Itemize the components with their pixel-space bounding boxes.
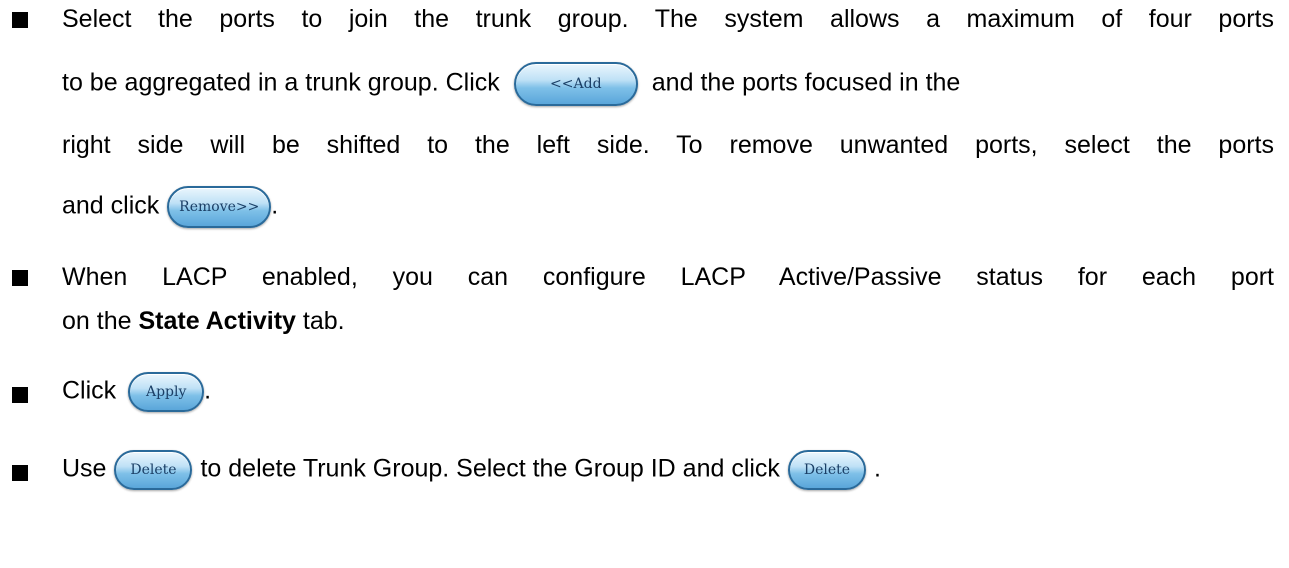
- remove-button[interactable]: Remove>>: [167, 186, 272, 228]
- bullet1-line4: and click Remove>>.: [62, 186, 278, 228]
- add-button-label: <<Add: [550, 76, 602, 92]
- delete-button[interactable]: Delete: [114, 450, 193, 490]
- bullet4-text-a: Use: [62, 454, 107, 483]
- delete-button-label: Delete: [803, 462, 851, 478]
- bullet1-line4-text-a: and click: [62, 191, 160, 220]
- bullet1-line4-text-b: .: [271, 191, 279, 220]
- bullet3-text-a: Click: [62, 376, 117, 405]
- apply-button[interactable]: Apply: [128, 372, 205, 412]
- bullet2-line2-text-b: tab.: [302, 307, 345, 335]
- apply-button-label: Apply: [145, 384, 187, 400]
- bullet-marker: [12, 12, 28, 28]
- remove-button-label: Remove>>: [179, 199, 260, 215]
- bullet1-line1: Select the ports to join the trunk group…: [62, 5, 1274, 33]
- bullet2-line1: When LACP enabled, you can configure LAC…: [62, 263, 1274, 291]
- state-activity-tab-name: State Activity: [138, 307, 296, 335]
- bullet1-line2: to be aggregated in a trunk group. Click…: [62, 62, 960, 106]
- bullet1-line2-text-a: to be aggregated in a trunk group. Click: [62, 68, 500, 97]
- bullet2-line2-text-a: on the: [62, 307, 132, 335]
- bullet3-text-b: .: [204, 376, 212, 405]
- bullet2-line2: on the State Activity tab.: [62, 306, 345, 336]
- bullet4-text-b: to delete Trunk Group. Select the Group …: [200, 454, 780, 483]
- bullet4-line: Use Delete to delete Trunk Group. Select t…: [62, 450, 881, 490]
- bullet1-line3: right side will be shifted to the left s…: [62, 131, 1274, 159]
- delete-button[interactable]: Delete: [787, 450, 866, 490]
- add-button[interactable]: <<Add: [513, 62, 638, 106]
- bullet4-text-c: .: [873, 454, 881, 483]
- delete-button-label: Delete: [130, 462, 177, 478]
- bullet3-line: Click Apply.: [62, 372, 211, 412]
- bullet-marker: [12, 270, 28, 286]
- bullet-marker: [12, 465, 28, 481]
- bullet-marker: [12, 387, 28, 403]
- bullet1-line2-text-b: and the ports focused in the: [651, 68, 961, 97]
